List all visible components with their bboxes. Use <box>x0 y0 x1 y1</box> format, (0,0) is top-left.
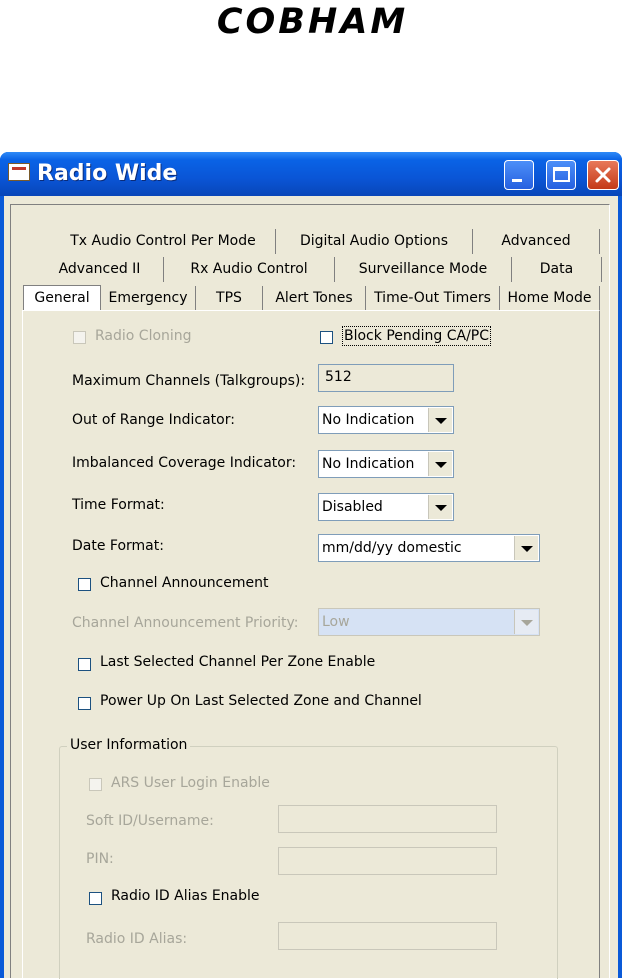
chevron-down-icon[interactable] <box>428 495 452 519</box>
imbalanced-coverage-select[interactable]: No Indication <box>318 450 454 478</box>
tab-time-out-timers[interactable]: Time-Out Timers <box>366 286 500 311</box>
tab-digital-audio-options[interactable]: Digital Audio Options <box>276 229 473 254</box>
tab-surveillance-mode[interactable]: Surveillance Mode <box>335 257 512 282</box>
tab-home-mode[interactable]: Home Mode <box>500 286 600 311</box>
maximize-button[interactable] <box>546 160 576 190</box>
chevron-down-icon[interactable] <box>428 408 452 432</box>
user-information-title: User Information <box>67 737 191 753</box>
time-format-value: Disabled <box>322 499 383 515</box>
max-channels-field[interactable]: 512 <box>318 364 454 392</box>
pin-field[interactable] <box>278 847 497 875</box>
cobham-logo: COBHAM <box>216 2 409 42</box>
soft-id-field[interactable] <box>278 805 497 833</box>
block-pending-checkbox[interactable] <box>320 331 333 344</box>
channel-announcement-checkbox[interactable] <box>78 578 91 591</box>
close-icon <box>595 167 611 183</box>
max-channels-label: Maximum Channels (Talkgroups): <box>72 373 306 389</box>
tab-data[interactable]: Data <box>512 257 602 282</box>
date-format-select[interactable]: mm/dd/yy domestic <box>318 534 540 562</box>
tab-rx-audio-control[interactable]: Rx Audio Control <box>164 257 335 282</box>
out-of-range-select[interactable]: No Indication <box>318 406 454 434</box>
power-up-last-checkbox[interactable] <box>78 697 91 710</box>
time-format-label: Time Format: <box>72 497 165 513</box>
last-selected-channel-checkbox[interactable] <box>78 658 91 671</box>
radio-cloning-checkbox[interactable] <box>73 331 86 344</box>
ars-login-checkbox[interactable] <box>89 778 102 791</box>
tab-emergency[interactable]: Emergency <box>101 286 196 311</box>
tab-tps[interactable]: TPS <box>196 286 263 311</box>
radio-id-alias-enable-checkbox[interactable] <box>89 892 102 905</box>
minimize-icon <box>512 179 522 182</box>
channel-announcement-priority-select[interactable]: Low <box>318 608 540 636</box>
chevron-down-icon[interactable] <box>514 610 538 634</box>
out-of-range-label: Out of Range Indicator: <box>72 412 235 428</box>
channel-announcement-label: Channel Announcement <box>100 575 269 591</box>
imbalanced-coverage-label: Imbalanced Coverage Indicator: <box>72 455 297 471</box>
maximize-icon <box>553 167 570 182</box>
chevron-down-icon[interactable] <box>514 536 538 560</box>
block-pending-label: Block Pending CA/PC <box>341 326 492 346</box>
close-button[interactable] <box>587 160 619 190</box>
app-icon <box>8 163 30 181</box>
minimize-button[interactable] <box>504 160 534 190</box>
radio-id-alias-label: Radio ID Alias: <box>86 931 188 947</box>
date-format-value: mm/dd/yy domestic <box>322 540 462 556</box>
tab-advanced[interactable]: Advanced <box>473 229 600 254</box>
soft-id-label: Soft ID/Username: <box>86 813 214 829</box>
power-up-last-label: Power Up On Last Selected Zone and Chann… <box>100 693 422 709</box>
radio-id-alias-enable-label: Radio ID Alias Enable <box>111 888 260 904</box>
tab-general[interactable]: General <box>23 285 101 312</box>
date-format-label: Date Format: <box>72 538 164 554</box>
out-of-range-value: No Indication <box>322 412 415 428</box>
time-format-select[interactable]: Disabled <box>318 493 454 521</box>
tab-alert-tones[interactable]: Alert Tones <box>263 286 366 311</box>
tab-tx-audio-control-per-mode[interactable]: Tx Audio Control Per Mode <box>51 229 276 254</box>
pin-label: PIN: <box>86 851 114 867</box>
ars-login-label: ARS User Login Enable <box>111 775 270 791</box>
last-selected-channel-label: Last Selected Channel Per Zone Enable <box>100 654 376 670</box>
radio-cloning-label: Radio Cloning <box>95 328 192 344</box>
radio-id-alias-field[interactable] <box>278 922 497 950</box>
window-title: Radio Wide <box>37 161 178 186</box>
imbalanced-coverage-value: No Indication <box>322 456 415 472</box>
chevron-down-icon[interactable] <box>428 452 452 476</box>
tab-advanced-ii[interactable]: Advanced II <box>36 257 164 282</box>
channel-announcement-priority-label: Channel Announcement Priority: <box>72 615 299 631</box>
channel-announcement-priority-value: Low <box>322 614 350 630</box>
